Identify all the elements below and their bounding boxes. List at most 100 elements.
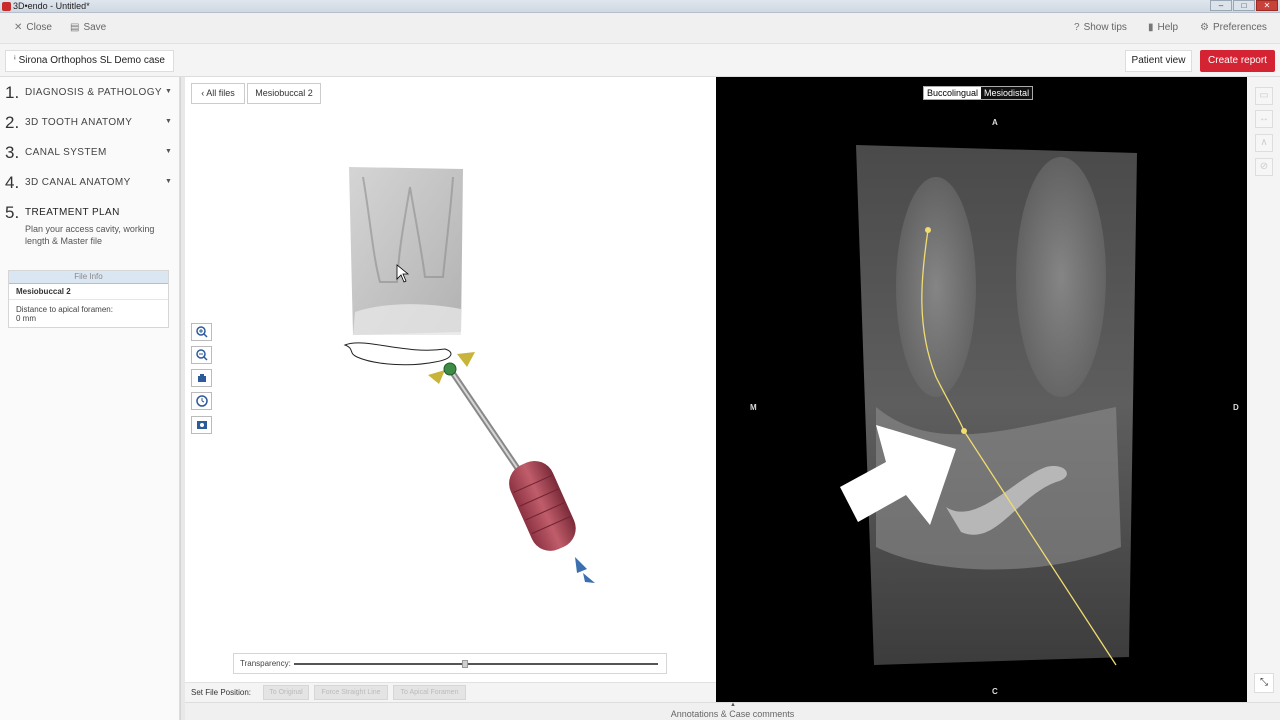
step-number: 1. xyxy=(5,83,20,102)
history-icon xyxy=(196,395,208,407)
transparency-label: Transparency: xyxy=(240,659,291,668)
distance-label: Distance to apical foramen: xyxy=(16,305,113,314)
patient-view-button[interactable]: Patient view xyxy=(1125,50,1192,72)
tooth-crown xyxy=(353,304,461,335)
create-report-button[interactable]: Create report xyxy=(1200,50,1275,72)
rotate-handle-icon[interactable] xyxy=(457,352,475,367)
file-handle[interactable] xyxy=(503,455,582,558)
gear-icon: ⚙ xyxy=(1200,22,1209,33)
compass-tool-button[interactable]: ⊘ xyxy=(1255,158,1273,176)
zoom-in-icon xyxy=(196,326,208,338)
transparency-slider[interactable] xyxy=(294,660,658,668)
step-number: 3. xyxy=(5,143,20,162)
file-name: Mesiobuccal 2 xyxy=(9,284,168,300)
access-cavity-outline xyxy=(343,342,452,366)
file-info-header: File Info xyxy=(9,271,168,284)
step-number: 4. xyxy=(5,173,20,192)
close-button[interactable]: ✕ Close xyxy=(14,22,52,33)
caret-down-icon: ▼ xyxy=(165,178,172,185)
hand-icon xyxy=(198,374,206,382)
book-icon: ▮ xyxy=(1148,22,1154,33)
compass-icon: ⊘ xyxy=(1259,161,1269,172)
transparency-slider-thumb[interactable] xyxy=(462,660,469,668)
help-label: Help xyxy=(1157,22,1179,33)
caret-down-icon: ▼ xyxy=(165,148,172,155)
step-3d-tooth-anatomy[interactable]: 2. 3D TOOTH ANATOMY ▼ xyxy=(0,107,180,137)
step-canal-system[interactable]: 3. CANAL SYSTEM ▼ xyxy=(0,137,180,167)
annotations-label: Annotations & Case comments xyxy=(670,709,795,719)
zoom-out-button[interactable] xyxy=(191,346,212,364)
comment-icon: ▭ xyxy=(1259,90,1269,101)
caret-down-icon: ▼ xyxy=(165,88,172,95)
annotation-toolbar: ▭ ↔ ∧ ⊘ xyxy=(1247,77,1280,702)
case-bar: ⁱ Sirona Orthophos SL Demo case Patient … xyxy=(0,44,1280,77)
ct-image xyxy=(840,145,1137,666)
close-icon: ✕ xyxy=(14,22,23,33)
step-label: TREATMENT PLAN xyxy=(25,207,120,218)
comment-tool-button[interactable]: ▭ xyxy=(1255,87,1273,105)
help-button[interactable]: ▮ Help xyxy=(1148,22,1178,33)
save-button[interactable]: ▤ Save xyxy=(70,22,106,33)
step-label: CANAL SYSTEM xyxy=(25,147,107,158)
force-straight-line-button[interactable]: Force Straight Line xyxy=(314,685,388,700)
ruler-icon: ↔ xyxy=(1259,113,1269,124)
step-diagnosis-pathology[interactable]: 1. DIAGNOSIS & PATHOLOGY ▼ xyxy=(0,77,180,107)
preferences-button[interactable]: ⚙ Preferences xyxy=(1200,22,1267,33)
window-titlebar: 3D•endo - Untitled* – □ ✕ xyxy=(0,0,1280,13)
step-label: 3D TOOTH ANATOMY xyxy=(25,117,133,128)
maximize-button[interactable]: □ xyxy=(1233,0,1255,11)
to-apical-foramen-button[interactable]: To Apical Foramen xyxy=(393,685,466,700)
window-controls: – □ ✕ xyxy=(1210,0,1278,11)
transparency-control: Transparency: xyxy=(233,653,667,674)
expand-icon: ⤡ xyxy=(1260,677,1268,688)
zoom-in-button[interactable] xyxy=(191,323,212,341)
app-logo-icon xyxy=(2,2,11,11)
step-number: 5. xyxy=(5,203,20,222)
ct-slice-view[interactable]: Buccolingual Mesiodistal A M D C xyxy=(716,77,1247,702)
angle-icon: ∧ xyxy=(1260,137,1268,148)
rotate-handle-icon[interactable] xyxy=(428,370,445,384)
distance-info: Distance to apical foramen: 0 mm xyxy=(9,300,168,328)
screenshot-button[interactable] xyxy=(191,416,212,434)
save-icon: ▤ xyxy=(70,22,80,33)
case-name-label: Sirona Orthophos SL Demo case xyxy=(18,55,165,66)
step-description: Plan your access cavity, working length … xyxy=(25,224,155,246)
move-handle-icon[interactable] xyxy=(575,557,587,573)
save-label: Save xyxy=(83,22,107,33)
step-number: 2. xyxy=(5,113,20,132)
distance-value: 0 mm xyxy=(16,314,36,323)
step-label: 3D CANAL ANATOMY xyxy=(25,177,131,188)
canal-point-start[interactable] xyxy=(925,227,931,233)
window-title: 3D•endo - Untitled* xyxy=(13,1,90,11)
step-3d-canal-anatomy[interactable]: 4. 3D CANAL ANATOMY ▼ xyxy=(0,167,180,197)
main-toolbar: ✕ Close ▤ Save ? Show tips ▮ Help ⚙ Pref… xyxy=(0,13,1280,44)
reset-view-button[interactable] xyxy=(191,392,212,410)
chevron-up-icon: ▲ xyxy=(730,702,736,708)
file-info-panel: File Info Mesiobuccal 2 Distance to apic… xyxy=(8,270,169,328)
workflow-sidebar: 1. DIAGNOSIS & PATHOLOGY ▼ 2. 3D TOOTH A… xyxy=(0,77,180,720)
minimize-button[interactable]: – xyxy=(1210,0,1232,11)
question-icon: ? xyxy=(1074,22,1080,33)
annotations-bar[interactable]: ▲ Annotations & Case comments xyxy=(185,702,1280,720)
to-original-button[interactable]: To Original xyxy=(263,685,309,700)
close-window-button[interactable]: ✕ xyxy=(1256,0,1278,11)
show-tips-button[interactable]: ? Show tips xyxy=(1074,22,1127,33)
angle-tool-button[interactable]: ∧ xyxy=(1255,134,1273,152)
case-name-field[interactable]: ⁱ Sirona Orthophos SL Demo case xyxy=(5,50,174,72)
zoom-out-icon xyxy=(196,349,208,361)
canal-point-end[interactable] xyxy=(961,428,967,434)
fullscreen-button[interactable]: ⤡ xyxy=(1254,673,1274,693)
set-file-position-label: Set File Position: xyxy=(191,688,252,697)
camera-icon xyxy=(197,421,207,429)
close-label: Close xyxy=(26,22,52,33)
preferences-label: Preferences xyxy=(1212,22,1267,33)
show-tips-label: Show tips xyxy=(1083,22,1127,33)
tooth-3d-view[interactable]: ‹ All files Mesiobuccal 2 Transparency: xyxy=(185,77,716,702)
measure-tool-button[interactable]: ↔ xyxy=(1255,110,1273,128)
pan-button[interactable] xyxy=(191,369,212,387)
file-tip-handle[interactable] xyxy=(443,362,457,376)
set-file-position-bar: Set File Position: To Original Force Str… xyxy=(185,682,716,702)
tooth-3d-render[interactable] xyxy=(185,77,716,637)
caret-down-icon: ▼ xyxy=(165,118,172,125)
step-label: DIAGNOSIS & PATHOLOGY xyxy=(25,87,162,98)
